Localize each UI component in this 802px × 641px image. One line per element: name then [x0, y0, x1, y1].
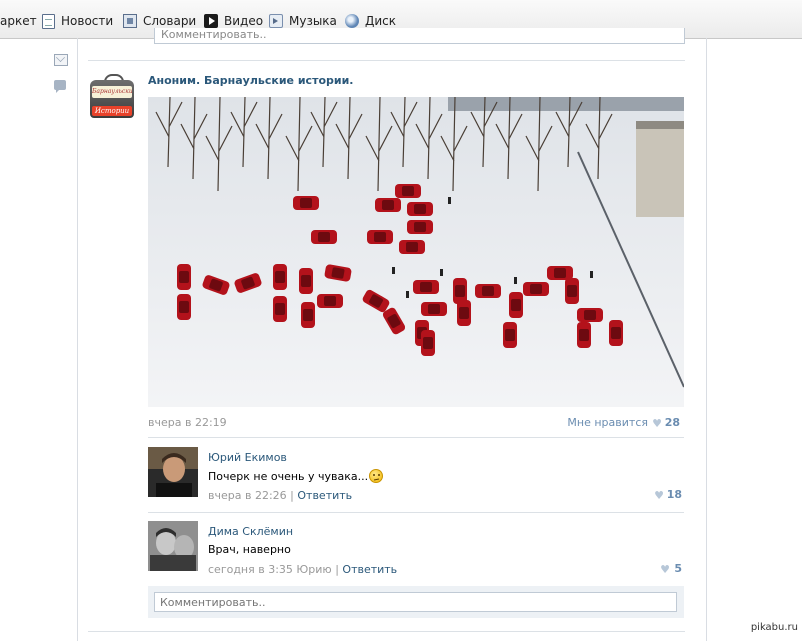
avatar-photo: [148, 521, 198, 571]
car: [301, 302, 315, 328]
heart-icon[interactable]: ♥: [652, 417, 662, 430]
car: [421, 330, 435, 356]
car: [503, 322, 517, 348]
person: [590, 271, 593, 278]
toolbar-label: Новости: [61, 14, 114, 28]
car: [273, 264, 287, 290]
confused-smiley-icon: [369, 469, 384, 483]
comments-divider: [148, 437, 684, 438]
toolbar-label: Видео: [224, 14, 264, 28]
meta-separator: |: [290, 489, 294, 502]
car: [547, 266, 573, 280]
like-button[interactable]: Мне нравится: [567, 416, 648, 429]
photo-scene: [148, 97, 684, 407]
car: [509, 292, 523, 318]
car: [395, 184, 421, 198]
comment-text: Почерк не очень у чувака...: [208, 469, 384, 483]
car: [421, 302, 447, 316]
dictionary-icon: [123, 14, 137, 28]
comment-item: Дима Склёмин Врач, наверно сегодня в 3:3…: [148, 521, 684, 579]
comment-input[interactable]: [154, 592, 677, 612]
comment-meta: вчера в 22:26 | Ответить: [208, 489, 352, 502]
building-roof: [636, 121, 684, 129]
car: [293, 196, 319, 210]
car: [457, 300, 471, 326]
avatar[interactable]: [148, 447, 198, 497]
comment-text: Врач, наверно: [208, 543, 291, 556]
post-time[interactable]: вчера в 22:19: [148, 416, 227, 429]
car: [609, 320, 623, 346]
car: [375, 198, 401, 212]
car: [273, 296, 287, 322]
comment-like-count[interactable]: 5: [674, 562, 682, 575]
toolbar-item-news[interactable]: Новости: [42, 12, 113, 30]
car: [407, 202, 433, 216]
post-photo[interactable]: [148, 97, 684, 407]
car: [407, 220, 433, 234]
car: [299, 268, 313, 294]
mail-icon[interactable]: [54, 54, 68, 66]
toolbar-label: Диск: [365, 14, 397, 28]
car: [399, 240, 425, 254]
previous-comment-input[interactable]: Комментировать..: [154, 28, 685, 44]
heart-icon[interactable]: ♥: [654, 489, 664, 502]
logo-text-top: Барнаульские: [92, 86, 132, 98]
group-name-link[interactable]: Аноним. Барнаульские истории.: [148, 74, 353, 87]
comments-divider: [148, 512, 684, 513]
video-icon: [204, 14, 218, 28]
car: [311, 230, 337, 244]
person: [406, 291, 409, 298]
comment-item: Юрий Екимов Почерк не очень у чувака... …: [148, 447, 684, 505]
car: [177, 294, 191, 320]
building: [636, 121, 684, 217]
avatar[interactable]: [148, 521, 198, 571]
comment-text-content: Почерк не очень у чувака...: [208, 470, 369, 483]
chat-icon[interactable]: [54, 80, 66, 93]
toolbar-label: Словари: [143, 14, 197, 28]
toolbar-label: Музыка: [289, 14, 337, 28]
car: [577, 308, 603, 322]
reply-button[interactable]: Ответить: [297, 489, 352, 502]
car: [177, 264, 191, 290]
logo-text-bottom: Истории: [92, 106, 132, 116]
group-avatar[interactable]: Барнаульские Истории: [88, 72, 136, 122]
heart-icon[interactable]: ♥: [660, 563, 670, 576]
avatar-photo: [148, 447, 198, 497]
person: [440, 269, 443, 276]
car: [475, 284, 501, 298]
comment-like-count[interactable]: 18: [667, 488, 682, 501]
comment-time[interactable]: сегодня в 3:35 Юрию: [208, 563, 332, 576]
car: [577, 322, 591, 348]
right-border: [706, 38, 707, 641]
car: [317, 294, 343, 308]
comment-meta: сегодня в 3:35 Юрию | Ответить: [208, 563, 397, 576]
left-border: [77, 38, 78, 641]
comment-author[interactable]: Дима Склёмин: [208, 525, 293, 538]
person: [448, 197, 451, 204]
comment-time[interactable]: вчера в 22:26: [208, 489, 287, 502]
car: [523, 282, 549, 296]
post-divider: [88, 631, 685, 632]
music-icon: [269, 14, 283, 28]
car: [565, 278, 579, 304]
car: [367, 230, 393, 244]
disk-icon: [345, 14, 359, 28]
meta-separator: |: [335, 563, 339, 576]
like-count[interactable]: 28: [665, 416, 680, 429]
person: [514, 277, 517, 284]
toolbar-item-market[interactable]: аркет: [0, 12, 37, 30]
news-icon: [42, 13, 55, 29]
person: [392, 267, 395, 274]
reply-button[interactable]: Ответить: [342, 563, 397, 576]
watermark: pikabu.ru: [750, 622, 798, 633]
comment-author[interactable]: Юрий Екимов: [208, 451, 287, 464]
car: [413, 280, 439, 294]
road: [448, 97, 684, 111]
toolbar-label: аркет: [0, 14, 37, 28]
post-divider: [88, 60, 685, 61]
